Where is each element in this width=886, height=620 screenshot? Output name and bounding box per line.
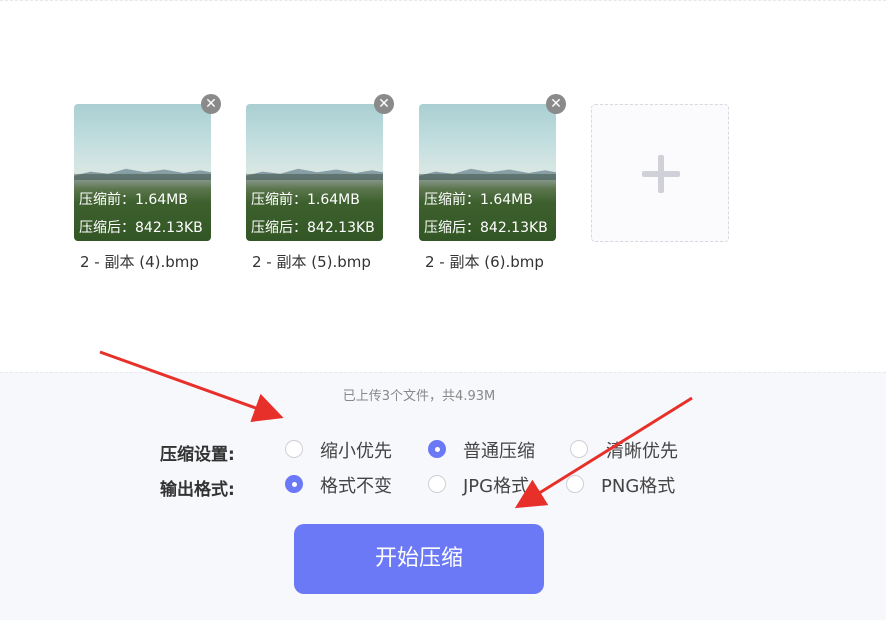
size-after: 压缩后：842.13KB — [251, 220, 375, 236]
output-format-label: 输出格式: — [160, 480, 235, 500]
radio-clarity-priority[interactable] — [570, 440, 588, 458]
radio-png-format[interactable] — [566, 475, 584, 493]
remove-file-icon[interactable]: ✕ — [374, 94, 394, 114]
remove-file-icon[interactable]: ✕ — [546, 94, 566, 114]
radio-normal-compress[interactable] — [428, 440, 446, 458]
size-after: 压缩后：842.13KB — [424, 220, 548, 236]
file-thumbnail[interactable]: 压缩前：1.64MB 压缩后：842.13KB — [419, 104, 556, 241]
plus-icon-vertical — [658, 155, 664, 193]
option-shrink-priority[interactable]: 缩小优先 — [320, 437, 392, 463]
remove-file-icon[interactable]: ✕ — [201, 94, 221, 114]
radio-jpg-format[interactable] — [428, 475, 446, 493]
option-clarity-priority[interactable]: 清晰优先 — [606, 437, 678, 463]
file-name: 2 - 副本 (4).bmp — [80, 253, 199, 271]
radio-keep-format[interactable] — [285, 475, 303, 493]
size-after: 压缩后：842.13KB — [79, 220, 203, 236]
option-jpg-format[interactable]: JPG格式 — [463, 472, 529, 498]
size-before: 压缩前：1.64MB — [79, 192, 188, 208]
file-name: 2 - 副本 (5).bmp — [252, 253, 371, 271]
option-keep-format[interactable]: 格式不变 — [320, 472, 392, 498]
option-png-format[interactable]: PNG格式 — [601, 472, 675, 498]
size-before: 压缩前：1.64MB — [251, 192, 360, 208]
upload-summary: 已上传3个文件，共4.93M — [342, 389, 496, 404]
option-normal-compress[interactable]: 普通压缩 — [463, 437, 535, 463]
add-file-button[interactable] — [591, 104, 729, 242]
file-thumbnail[interactable]: 压缩前：1.64MB 压缩后：842.13KB — [246, 104, 383, 241]
file-name: 2 - 副本 (6).bmp — [425, 253, 544, 271]
radio-shrink-priority[interactable] — [285, 440, 303, 458]
file-thumbnail[interactable]: 压缩前：1.64MB 压缩后：842.13KB — [74, 104, 211, 241]
compression-settings-label: 压缩设置: — [160, 445, 235, 465]
start-compress-button[interactable]: 开始压缩 — [294, 524, 544, 594]
size-before: 压缩前：1.64MB — [424, 192, 533, 208]
